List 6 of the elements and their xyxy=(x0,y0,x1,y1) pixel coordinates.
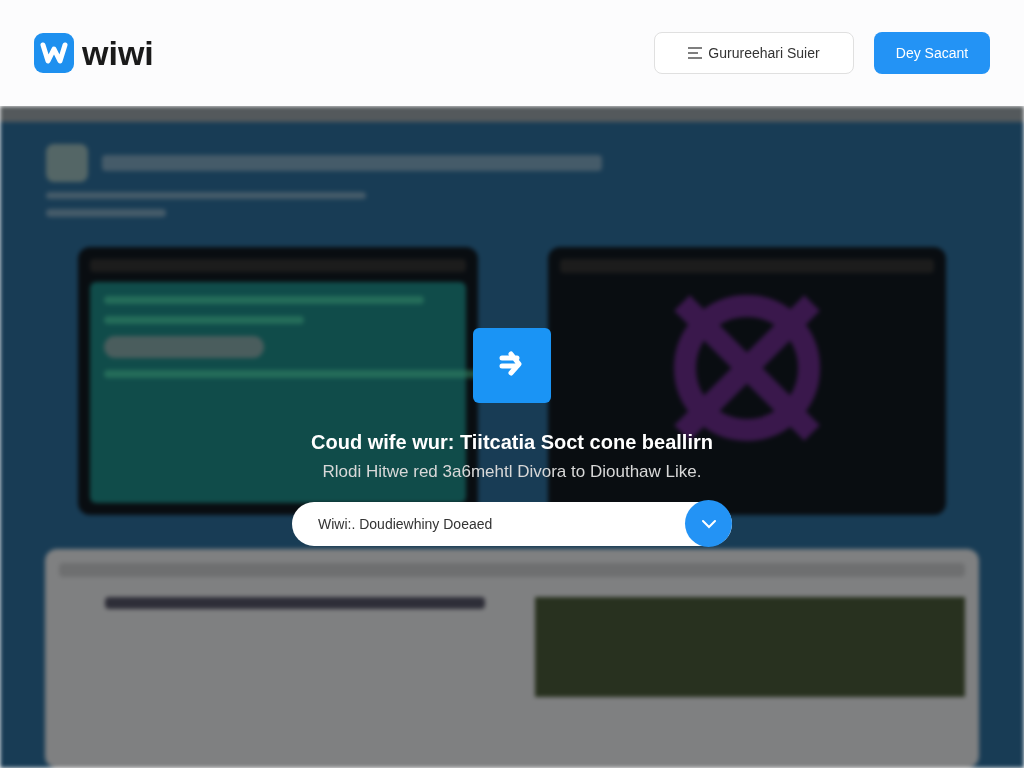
secondary-button[interactable]: Gurureehari Suier xyxy=(654,32,854,74)
logo-text: wiwi xyxy=(82,33,154,73)
overlay-subtitle: Rlodi Hitwe red 3a6mehtl Divora to Diouthaw Like. xyxy=(322,462,702,482)
overlay-title: Coud wife wur: Tiitcatia Soct cone beallirn xyxy=(311,431,713,454)
menu-icon xyxy=(688,47,703,59)
logo-icon xyxy=(34,33,74,73)
